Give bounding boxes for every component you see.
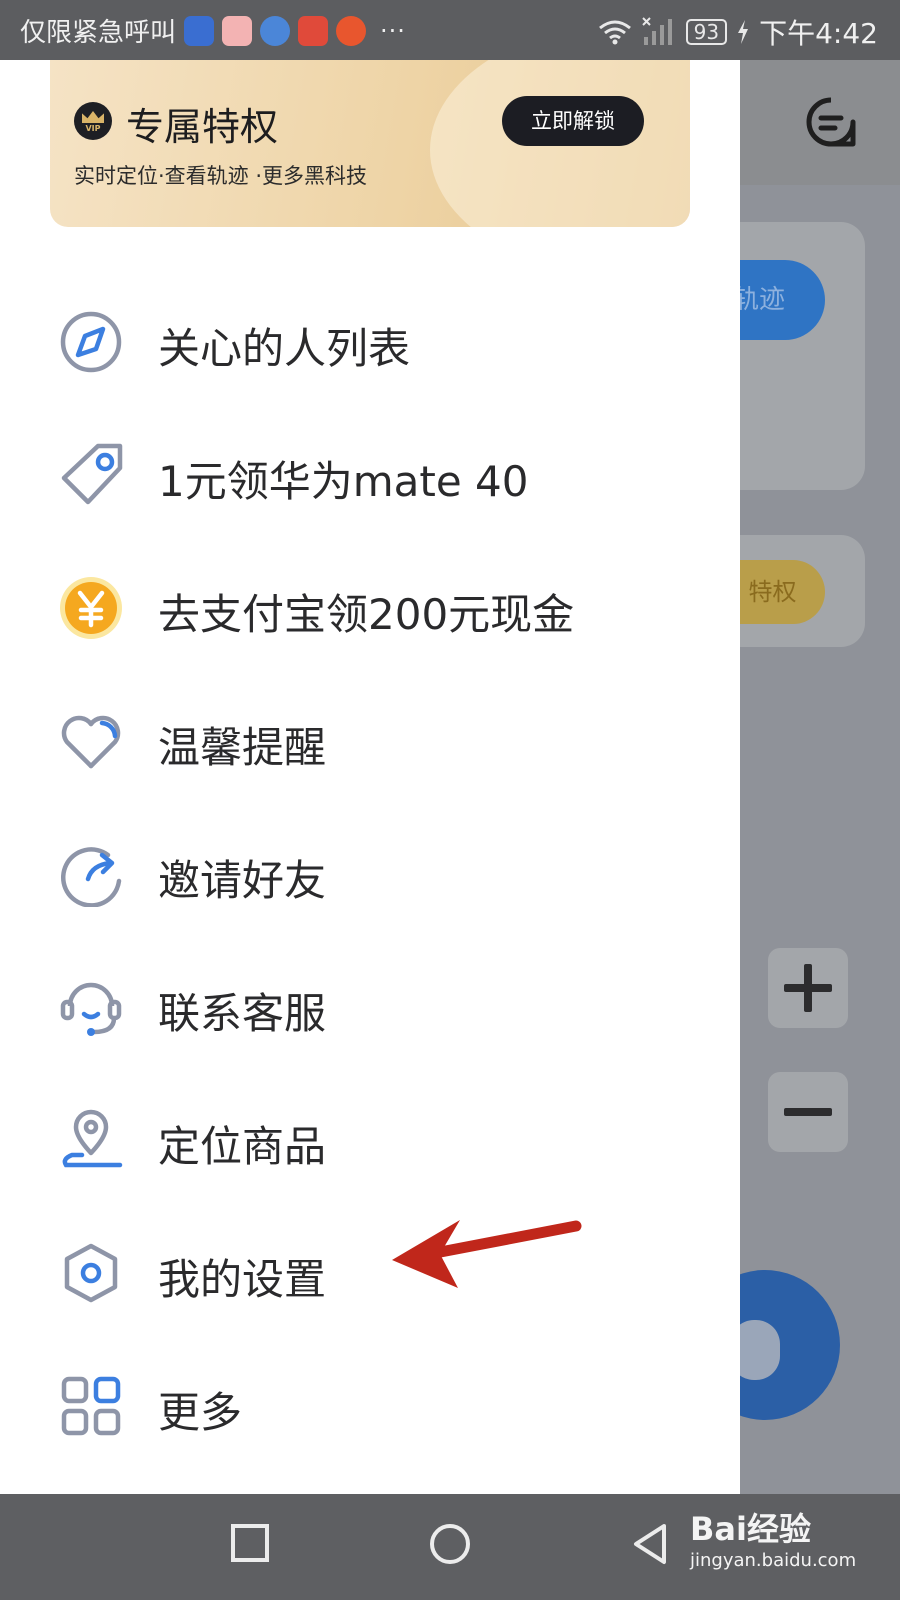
menu-label: 1元领华为mate 40 — [158, 457, 529, 506]
menu-item-customer-service[interactable]: 联系客服 — [0, 940, 740, 1073]
menu-item-alipay-cash[interactable]: 去支付宝领200元现金 — [0, 541, 740, 674]
navigation-bar: Bai经验 jingyan.baidu.com — [0, 1494, 900, 1600]
menu-item-location-products[interactable]: 定位商品 — [0, 1073, 740, 1206]
weibo-app-icon — [298, 15, 329, 46]
recent-apps-icon[interactable] — [230, 1522, 270, 1564]
share-arrow-icon — [61, 847, 122, 907]
hexagon-settings-icon — [64, 1243, 118, 1303]
map-app-icon — [184, 15, 215, 46]
heart-icon — [61, 715, 121, 769]
back-icon[interactable] — [630, 1522, 670, 1566]
menu-item-huawei-offer[interactable]: 1元领华为mate 40 — [0, 408, 740, 541]
home-icon[interactable] — [428, 1522, 472, 1566]
compass-icon — [60, 311, 122, 373]
yen-coin-icon — [60, 577, 122, 639]
vip-subtitle: 实时定位·查看轨迹 ·更多黑科技 — [74, 164, 368, 188]
vip-banner[interactable]: VIP 专属特权 实时定位·查看轨迹 ·更多黑科技 立即解锁 — [50, 60, 690, 227]
zoom-in-button[interactable] — [768, 948, 848, 1028]
location-pin-icon — [62, 1109, 123, 1168]
tag-icon — [61, 443, 123, 505]
unlock-button[interactable]: 立即解锁 — [502, 96, 644, 146]
menu-label: 温馨提醒 — [158, 723, 327, 772]
chat-icon[interactable] — [805, 96, 857, 148]
menu-item-care-list[interactable]: 关心的人列表 — [0, 275, 740, 408]
vip-title: 专属特权 — [126, 105, 279, 149]
cartoon-app-icon — [222, 15, 253, 46]
headset-icon — [60, 982, 122, 1036]
signal-icon — [641, 17, 672, 45]
menu-item-reminder[interactable]: 温馨提醒 — [0, 674, 740, 807]
watermark-logo: Bai经验 — [690, 1510, 811, 1548]
menu-label: 我的设置 — [158, 1255, 327, 1304]
vip-crown-icon: VIP — [74, 102, 112, 140]
menu-item-more[interactable]: 更多 — [0, 1339, 740, 1472]
clock: 下午4:42 — [759, 17, 878, 50]
menu-label: 联系客服 — [158, 989, 327, 1038]
send-app-icon — [336, 15, 367, 46]
menu-label: 更多 — [158, 1388, 243, 1437]
more-notifications-indicator: ··· — [380, 16, 406, 45]
annotation-arrow-icon — [392, 1220, 582, 1288]
menu-label: 邀请好友 — [158, 856, 327, 905]
charging-icon — [738, 20, 749, 44]
carrier-text: 仅限紧急呼叫 — [20, 18, 177, 48]
grid-icon — [61, 1376, 121, 1436]
watermark: Bai经验 jingyan.baidu.com — [690, 1504, 856, 1571]
status-bar: 仅限紧急呼叫 ··· 93 下午4:42 — [0, 0, 900, 60]
battery-level: 93 — [685, 19, 728, 45]
watermark-url: jingyan.baidu.com — [690, 1550, 857, 1571]
menu-item-invite-friends[interactable]: 邀请好友 — [0, 807, 740, 940]
drawer-menu: 关心的人列表 1元领华为mate 40 去支付宝领200元现金 温馨提醒 邀请好… — [0, 275, 740, 1472]
wifi-icon — [598, 20, 631, 45]
side-drawer: VIP 专属特权 实时定位·查看轨迹 ·更多黑科技 立即解锁 关心的人列表 1元… — [0, 60, 740, 1494]
menu-label: 去支付宝领200元现金 — [158, 590, 575, 639]
menu-label: 定位商品 — [158, 1122, 327, 1171]
menu-label: 关心的人列表 — [158, 324, 411, 373]
zoom-out-button[interactable] — [768, 1072, 848, 1152]
menu-item-my-settings[interactable]: 我的设置 — [0, 1206, 740, 1339]
globe-app-icon — [260, 15, 291, 46]
